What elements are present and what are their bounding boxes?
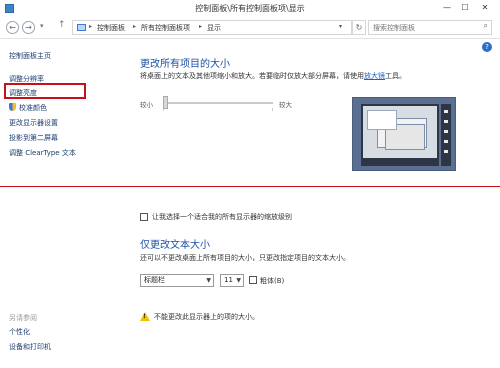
address-box[interactable]: ▸ 控制面板 ▸ 所有控制面板项 ▸ 显示 ▾ xyxy=(72,20,352,35)
search-icon[interactable]: ⌕ xyxy=(484,21,488,31)
size-slider-track[interactable] xyxy=(163,102,273,104)
chevron-down-icon: ▼ xyxy=(236,277,241,284)
preview-dot xyxy=(444,140,448,143)
preview-sidebar xyxy=(441,104,451,166)
monitor-icon xyxy=(77,24,86,31)
font-size-value: 11 xyxy=(224,276,233,284)
divider-line xyxy=(0,186,500,187)
minimize-button[interactable]: — xyxy=(440,2,454,14)
size-slider-ticks xyxy=(163,108,273,111)
window-title: 控制面板\所有控制面板项\显示 xyxy=(195,4,305,13)
recent-locations-icon[interactable]: ▾ xyxy=(40,22,44,30)
chevron-right-icon: ▸ xyxy=(133,23,137,30)
sidebar-link-personalization[interactable]: 个性化 xyxy=(9,327,30,337)
preview-screen xyxy=(361,104,439,160)
sidebar-item-control-panel-home[interactable]: 控制面板主页 xyxy=(9,51,51,61)
sidebar-item-adjust-brightness[interactable]: 调整亮度 xyxy=(9,88,37,98)
chevron-right-icon: ▸ xyxy=(89,23,93,30)
description-text: 将桌面上的文本及其他项缩小和放大。若要临时仅放大部分屏幕，请使用 xyxy=(140,72,364,80)
warning-message: 不能更改此显示器上的项的大小。 xyxy=(154,313,259,321)
maximize-button[interactable]: ☐ xyxy=(458,2,472,14)
address-dropdown-icon[interactable]: ▾ xyxy=(339,23,342,30)
preview-dot xyxy=(444,120,448,123)
custom-scaling-checkbox[interactable] xyxy=(140,213,148,221)
display-preview-image xyxy=(352,97,456,171)
shield-icon xyxy=(9,103,16,111)
chevron-down-icon: ▼ xyxy=(206,277,211,284)
preview-taskbar xyxy=(361,160,439,166)
preview-window xyxy=(367,110,397,130)
chevron-right-icon: ▸ xyxy=(199,23,203,30)
item-select[interactable]: 标题栏 ▼ xyxy=(140,274,214,287)
text-section-description: 还可以不更改桌面上所有项目的大小，只更改指定项目的文本大小。 xyxy=(140,254,350,262)
text-section-title: 仅更改文本大小 xyxy=(140,240,210,251)
bold-checkbox[interactable] xyxy=(249,276,257,284)
preview-dot xyxy=(444,150,448,153)
bold-label[interactable]: 粗体(B) xyxy=(260,276,284,286)
search-box[interactable]: ⌕ xyxy=(368,20,492,35)
sidebar-item-change-display-settings[interactable]: 更改显示器设置 xyxy=(9,118,58,128)
sidebar-link-devices-printers[interactable]: 设备和打印机 xyxy=(9,342,51,352)
see-also-heading: 另请参阅 xyxy=(9,314,37,322)
description-suffix: 工具。 xyxy=(385,72,406,80)
sidebar-item-calibrate-color[interactable]: 校准颜色 xyxy=(9,103,47,113)
refresh-button[interactable]: ↻ xyxy=(352,20,366,35)
address-bar: ← → ▾ ↑ ▸ 控制面板 ▸ 所有控制面板项 ▸ 显示 ▾ ↻ ⌕ xyxy=(0,17,500,39)
help-icon[interactable]: ? xyxy=(482,42,492,52)
breadcrumb-display[interactable]: 显示 xyxy=(207,23,221,33)
font-size-select[interactable]: 11 ▼ xyxy=(220,274,244,287)
forward-button[interactable]: → xyxy=(22,21,35,34)
item-select-value: 标题栏 xyxy=(144,276,165,284)
breadcrumb-all-items[interactable]: 所有控制面板项 xyxy=(141,23,190,33)
title-bar: 控制面板\所有控制面板项\显示 — ☐ ✕ xyxy=(0,0,500,17)
up-button[interactable]: ↑ xyxy=(58,20,66,30)
preview-dot xyxy=(444,130,448,133)
sidebar-item-label: 校准颜色 xyxy=(19,104,47,112)
preview-dot xyxy=(444,110,448,113)
sidebar-item-project-second-screen[interactable]: 投影到第二屏幕 xyxy=(9,133,58,143)
size-slider-thumb[interactable] xyxy=(163,96,168,109)
size-section-title: 更改所有项目的大小 xyxy=(140,59,230,70)
custom-scaling-label[interactable]: 让我选择一个适合我的所有显示器的缩放级别 xyxy=(152,212,292,222)
magnifier-link[interactable]: 放大镜 xyxy=(364,72,385,80)
warning-icon: ! xyxy=(140,312,150,321)
size-section-description: 将桌面上的文本及其他项缩小和放大。若要临时仅放大部分屏幕，请使用放大镜工具。 xyxy=(140,71,406,81)
slider-max-label: 较大 xyxy=(279,101,292,109)
breadcrumb-control-panel[interactable]: 控制面板 xyxy=(97,23,125,33)
search-input[interactable] xyxy=(369,21,477,34)
slider-min-label: 较小 xyxy=(140,101,153,109)
sidebar-item-cleartype[interactable]: 调整 ClearType 文本 xyxy=(9,148,76,158)
close-button[interactable]: ✕ xyxy=(478,2,492,14)
back-button[interactable]: ← xyxy=(6,21,19,34)
